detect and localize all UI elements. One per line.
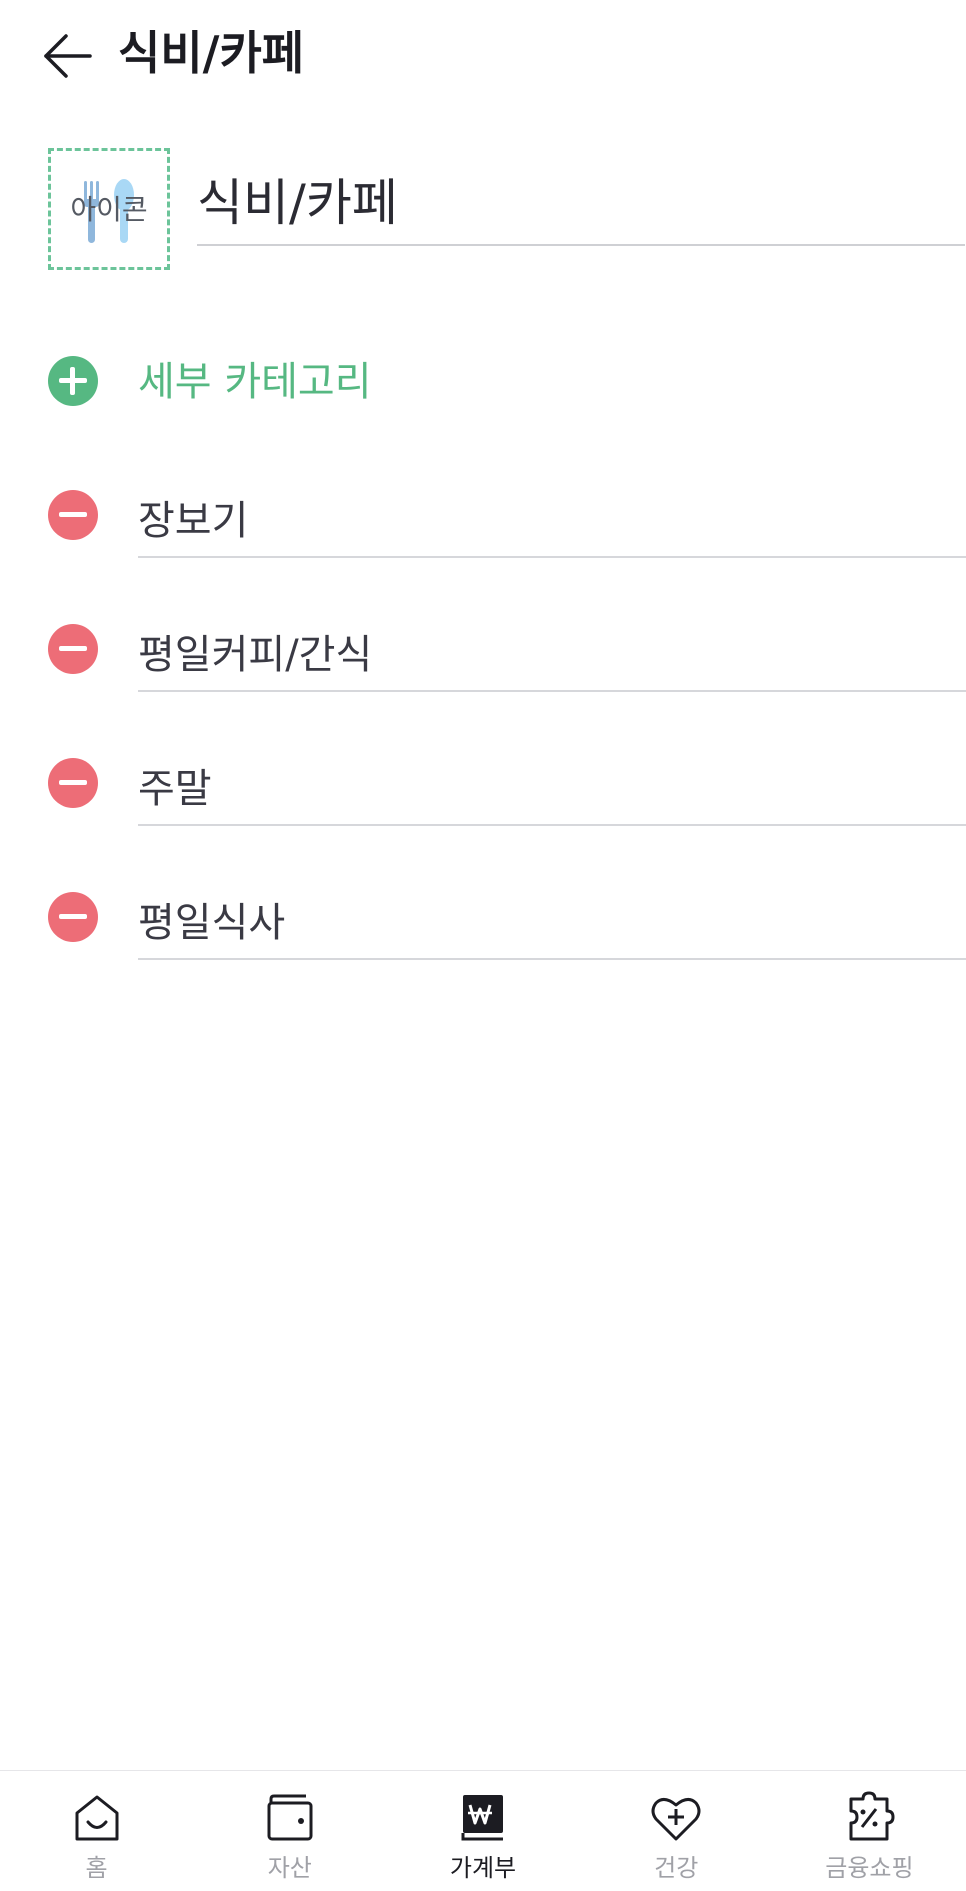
subcategory-list — [0, 478, 966, 1014]
top-bar: 식비/카페 — [0, 0, 966, 110]
category-name-row: 아이콘 — [0, 148, 966, 278]
subcategory-input[interactable] — [138, 880, 966, 960]
subcategory-input[interactable] — [138, 612, 966, 692]
category-icon-picker[interactable]: 아이콘 — [48, 148, 170, 270]
add-subcategory-button[interactable]: 세부 카테고리 — [0, 351, 966, 411]
nav-label: 홈 — [85, 1854, 108, 1882]
minus-circle-icon[interactable] — [48, 490, 98, 540]
page-title: 식비/카페 — [118, 26, 305, 80]
home-icon — [75, 1795, 119, 1841]
minus-circle-icon[interactable] — [48, 758, 98, 808]
plus-circle-icon — [48, 356, 98, 406]
nav-item-ledger[interactable]: 가계부 — [386, 1771, 579, 1891]
subcategory-input[interactable] — [138, 746, 966, 826]
list-item — [0, 746, 966, 880]
icon-label: 아이콘 — [70, 193, 148, 226]
nav-label: 금융쇼핑 — [825, 1854, 914, 1882]
nav-item-health[interactable]: 건강 — [580, 1771, 773, 1891]
nav-label: 자산 — [267, 1854, 312, 1882]
arrow-left-icon — [44, 34, 92, 78]
nav-item-home[interactable]: 홈 — [0, 1771, 193, 1891]
list-item — [0, 880, 966, 1014]
back-button[interactable] — [40, 28, 96, 84]
bottom-nav: 홈 자산 가계부 건강 금융쇼핑 — [0, 1770, 966, 1891]
list-item — [0, 612, 966, 746]
category-name-input[interactable] — [197, 162, 965, 246]
subcategory-input[interactable] — [138, 478, 966, 558]
heart-plus-icon — [651, 1798, 701, 1841]
minus-circle-icon[interactable] — [48, 892, 98, 942]
coupon-icon — [849, 1791, 895, 1841]
nav-label: 가계부 — [449, 1854, 517, 1882]
nav-label: 건강 — [654, 1854, 699, 1882]
nav-item-assets[interactable]: 자산 — [193, 1771, 386, 1891]
ledger-icon — [461, 1795, 503, 1841]
nav-item-shopping[interactable]: 금융쇼핑 — [773, 1771, 966, 1891]
list-item — [0, 478, 966, 612]
wallet-icon — [267, 1794, 313, 1841]
add-subcategory-label: 세부 카테고리 — [138, 359, 372, 405]
minus-circle-icon[interactable] — [48, 624, 98, 674]
